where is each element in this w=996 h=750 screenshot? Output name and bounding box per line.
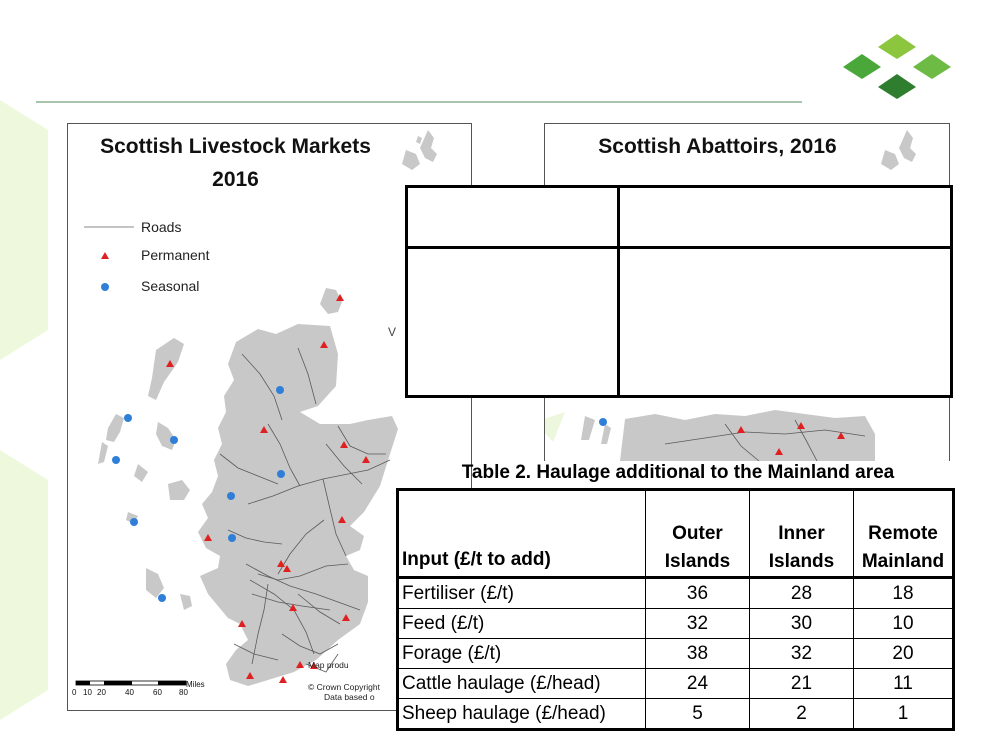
table-row: Fertiliser (£/t) 36 28 18 [397,577,954,609]
blank-overlay-table [405,185,953,398]
credit-line: © Crown Copyright [308,682,380,692]
header-outer-islands: Outer Islands [645,489,750,579]
header-input: Input (£/t to add) [397,489,646,579]
scale-tick: 60 [153,688,162,697]
table-row: Sheep haulage (£/head) 5 2 1 [397,698,954,730]
overlay-column-divider [617,188,620,395]
table-caption: Table 2. Haulage additional to the Mainl… [461,462,895,483]
legend-permanent-label: Permanent [141,247,210,263]
cell-inner: 2 [749,698,854,730]
cell-remote: 18 [853,577,954,609]
header-divider [36,101,802,103]
scale-tick: 40 [125,688,134,697]
company-logo [843,34,951,99]
cell-remote: 1 [853,698,954,730]
cell-outer: 38 [645,638,750,669]
cell-outer: 36 [645,577,750,609]
scale-ticks: 0 10 20 40 60 80 Miles [68,680,268,700]
background-decoration [0,100,48,720]
header-label: Remote [868,523,938,544]
header-label: Islands [664,551,731,572]
cell-input: Sheep haulage (£/head) [397,698,646,730]
abattoirs-map-title: Scottish Abattoirs, 2016 [598,135,837,158]
table-header-row: Input (£/t to add) Outer Islands Inner Isl… [397,489,954,579]
cell-outer: 5 [645,698,750,730]
header-label: Islands [768,551,835,572]
legend-seasonal-label: Seasonal [141,278,200,294]
scale-unit: Miles [186,680,205,689]
livestock-map-title-line2: 2016 [212,168,259,191]
table-row: Cattle haulage (£/head) 24 21 11 [397,668,954,699]
blue-circle-icon [101,283,109,291]
cell-inner: 30 [749,608,854,639]
stray-letter: V [388,325,397,339]
scale-tick: 80 [179,688,188,697]
road-line-icon [84,226,134,228]
red-triangle-icon [101,252,109,259]
map-credits: Map produ © Crown Copyright Data based o [308,660,380,702]
cell-input: Fertiliser (£/t) [397,577,646,609]
livestock-map-title: Scottish Livestock Markets 2016 [68,130,403,196]
cell-input: Feed (£/t) [397,608,646,639]
credit-line: Map produ [308,660,349,670]
cell-outer: 24 [645,668,750,699]
table-row: Feed (£/t) 32 30 10 [397,608,954,639]
cell-remote: 20 [853,638,954,669]
scale-tick: 20 [97,688,106,697]
overlay-row-divider [408,246,950,249]
header-remote-mainland: Remote Mainland [853,489,954,579]
cell-input: Forage (£/t) [397,638,646,669]
cell-remote: 11 [853,668,954,699]
credit-line: Data based o [324,692,375,702]
legend-roads-label: Roads [141,219,182,235]
cell-inner: 21 [749,668,854,699]
scale-tick: 10 [83,688,92,697]
livestock-map-title-line1: Scottish Livestock Markets [100,135,371,158]
header-label: Outer [672,523,723,544]
cell-outer: 32 [645,608,750,639]
haulage-table: Input (£/t to add) Outer Islands Inner Isl… [396,488,955,731]
scale-tick: 0 [72,688,77,697]
cell-inner: 28 [749,577,854,609]
cell-input: Cattle haulage (£/head) [397,668,646,699]
header-inner-islands: Inner Islands [749,489,854,579]
cell-inner: 32 [749,638,854,669]
header-label: Mainland [861,551,945,572]
header-input-label: Input (£/t to add) [402,549,551,570]
header-label: Inner [778,523,825,544]
table-row: Forage (£/t) 38 32 20 [397,638,954,669]
cell-remote: 10 [853,608,954,639]
